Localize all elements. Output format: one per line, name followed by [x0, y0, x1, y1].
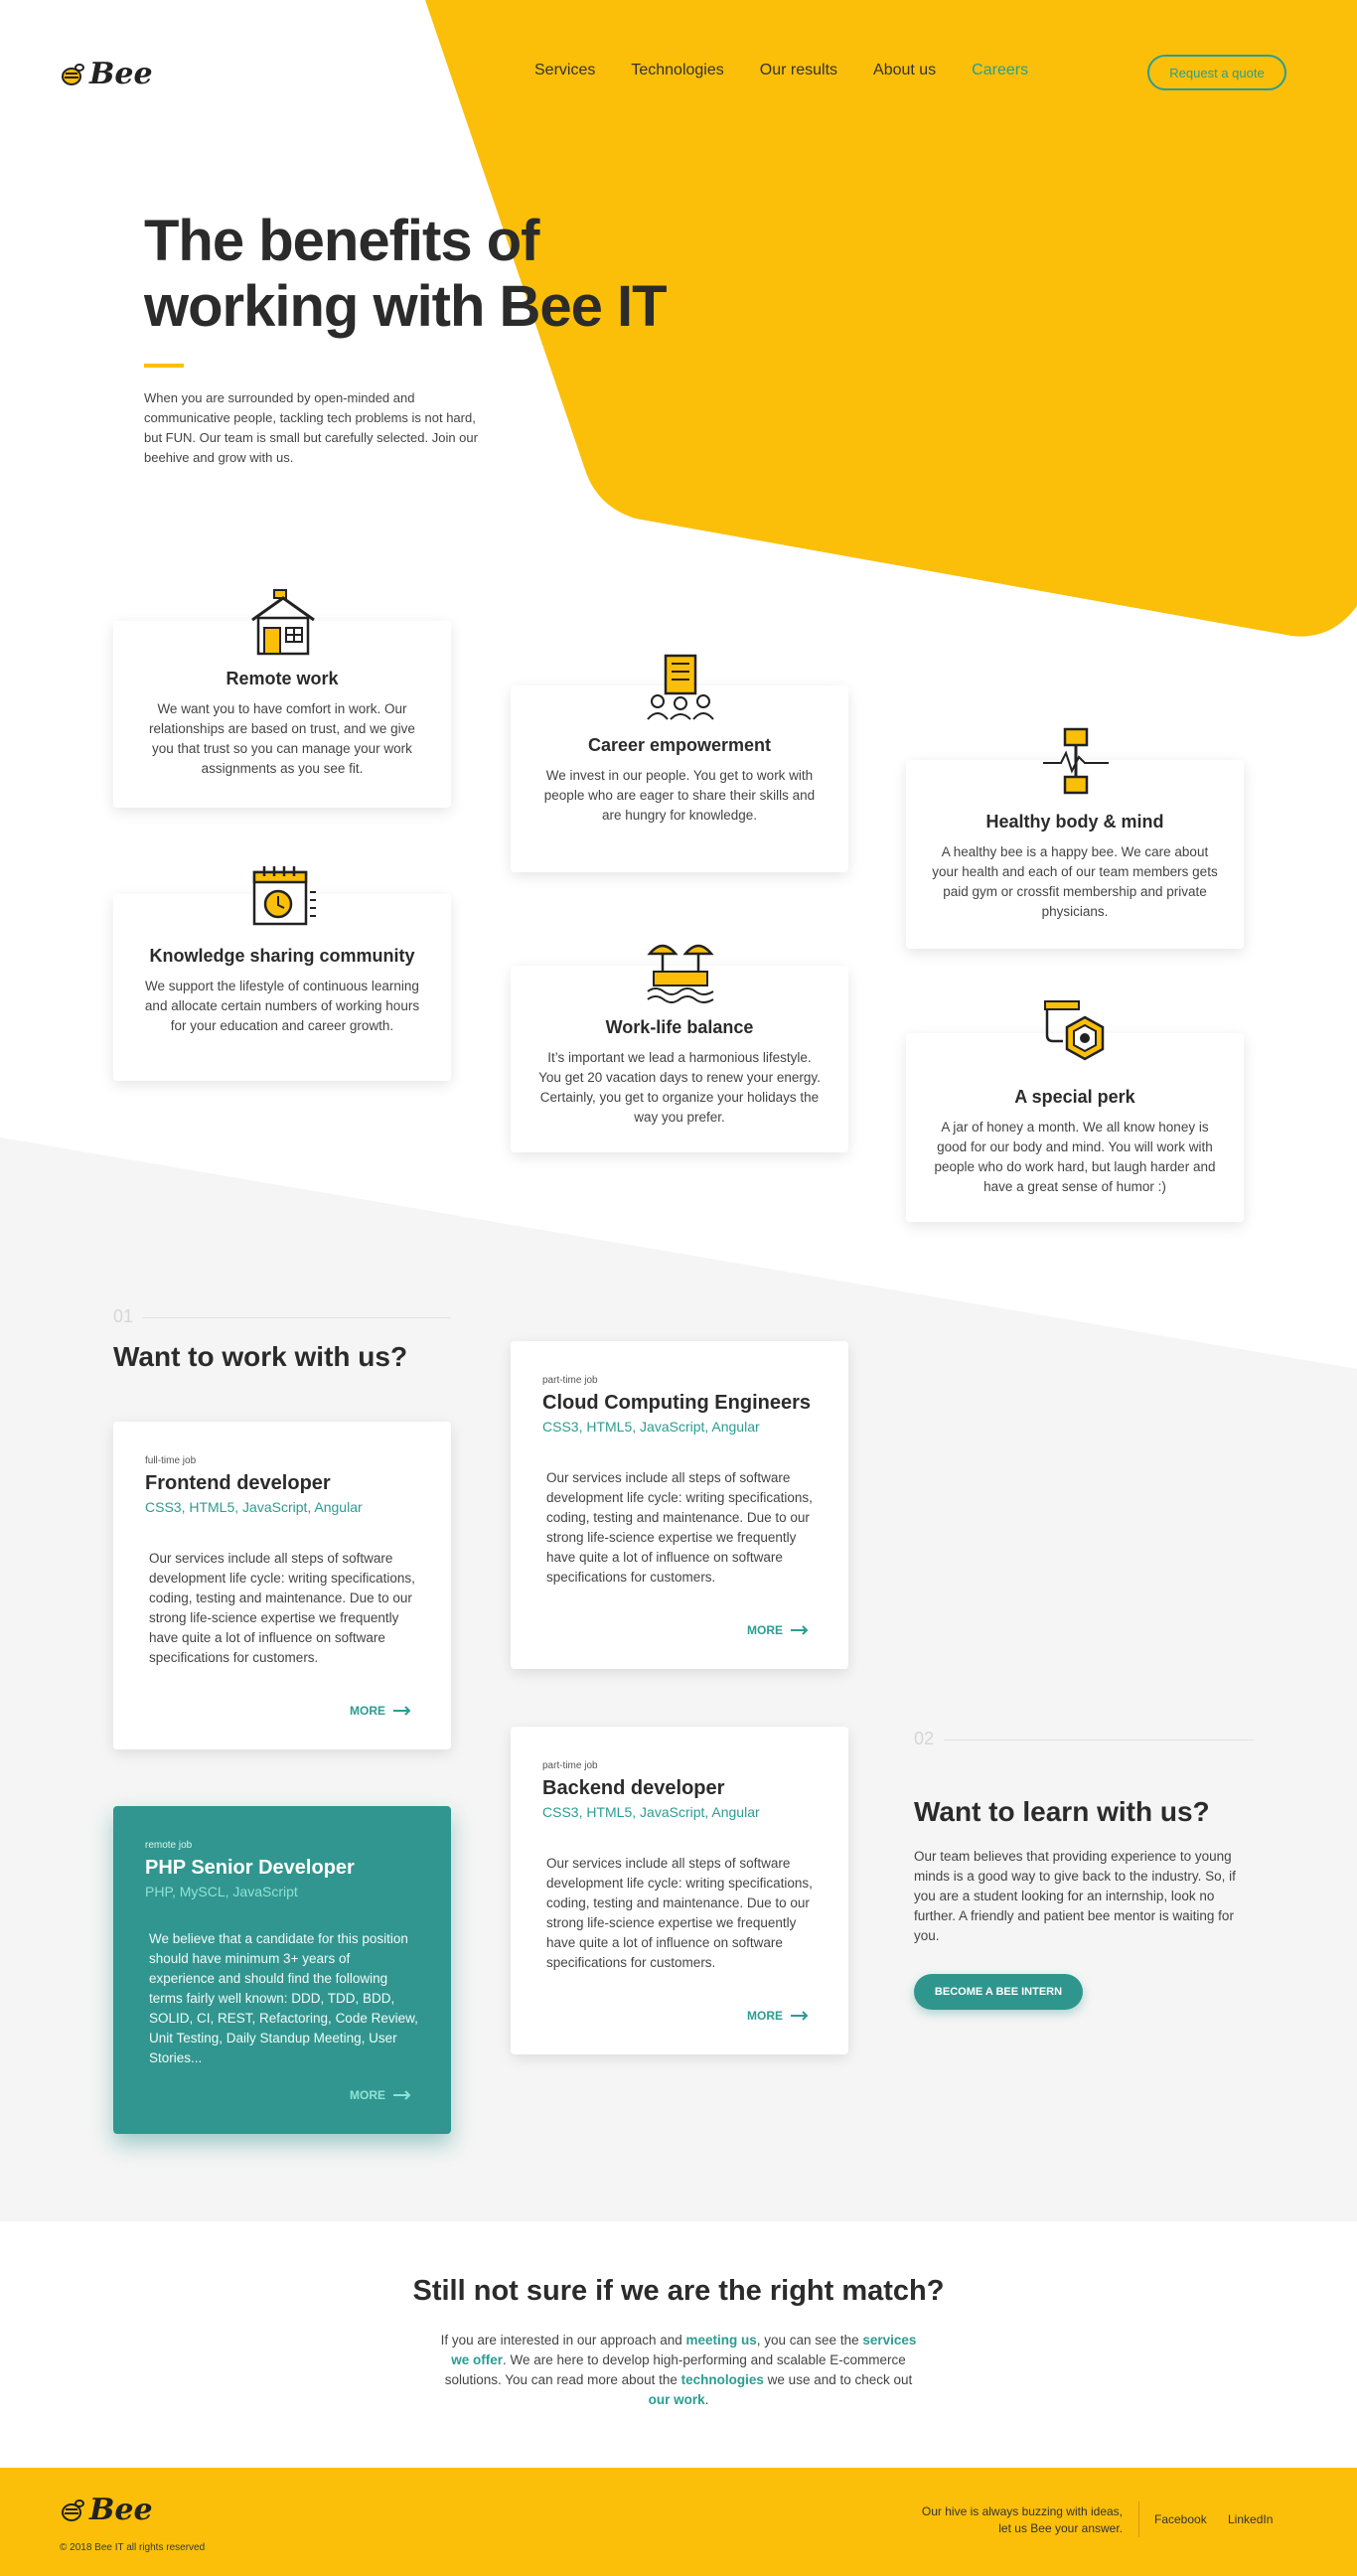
logo[interactable]: Bee	[60, 57, 153, 91]
hero-title-line1: The benefits of	[144, 209, 539, 273]
benefit-text: A jar of honey a month. We all know hone…	[934, 1120, 1216, 1194]
job-type: remote job	[145, 1840, 193, 1851]
job-more-link[interactable]: MORE	[350, 2088, 411, 2102]
our-work-link[interactable]: our work	[649, 2392, 705, 2407]
job-type: part-time job	[542, 1760, 598, 1771]
learn-section-text: Our team believes that providing experie…	[914, 1849, 1236, 1943]
benefit-text: It’s important we lead a harmonious life…	[538, 1050, 821, 1125]
bee-logo-icon	[62, 63, 84, 85]
more-label: MORE	[747, 2009, 783, 2023]
job-card-cloud-computing[interactable]: part-time job Cloud Computing Engineers …	[511, 1341, 848, 1669]
meeting-us-link[interactable]: meeting us	[686, 2333, 757, 2348]
job-type: full-time job	[145, 1455, 197, 1466]
job-title: PHP Senior Developer	[145, 1857, 355, 1879]
section-divider	[944, 1740, 1254, 1741]
match-text-part: If you are interested in our approach an…	[440, 2333, 686, 2348]
benefit-title: Remote work	[226, 669, 339, 688]
learn-section-title: Want to learn with us?	[914, 1796, 1210, 1827]
footer-tagline-line1: Our hive is always buzzing with ideas,	[921, 2504, 1123, 2518]
hero-accent-bar	[144, 364, 184, 368]
job-description: Our services include all steps of softwa…	[149, 1551, 415, 1665]
linkedin-link[interactable]: LinkedIn	[1228, 2512, 1273, 2526]
match-text-part: , you can see the	[756, 2333, 863, 2348]
match-title: Still not sure if we are the right match…	[412, 2275, 945, 2307]
job-more-link[interactable]: MORE	[350, 1704, 411, 1718]
job-card-frontend[interactable]: full-time job Frontend developer CSS3, H…	[113, 1422, 451, 1749]
nav-about-us[interactable]: About us	[873, 62, 936, 79]
technologies-link[interactable]: technologies	[681, 2372, 764, 2387]
footer-tagline-line2: let us Bee your answer.	[998, 2521, 1123, 2535]
site-footer: Bee © 2018 Bee IT all rights reserved Ou…	[0, 2468, 1357, 2576]
page: Bee Services Technologies Our results Ab…	[0, 0, 1357, 2576]
job-type: part-time job	[542, 1375, 598, 1386]
job-card-backend[interactable]: part-time job Backend developer CSS3, HT…	[511, 1727, 848, 2054]
match-text-part: .	[704, 2392, 709, 2407]
benefit-text: A healthy bee is a happy bee. We care ab…	[932, 844, 1218, 919]
job-title: Cloud Computing Engineers	[542, 1392, 811, 1414]
benefit-title: Healthy body & mind	[985, 812, 1164, 832]
benefit-title: Career empowerment	[587, 735, 772, 755]
job-more-link[interactable]: MORE	[747, 1623, 809, 1637]
footer-logo[interactable]: Bee	[60, 2493, 153, 2527]
request-quote-button[interactable]: Request a quote	[1147, 55, 1286, 90]
footer-logo-text: Bee	[89, 2493, 153, 2527]
become-intern-button[interactable]: BECOME A BEE INTERN	[914, 1974, 1083, 2010]
more-label: MORE	[350, 2088, 385, 2102]
house-icon	[251, 589, 315, 656]
job-tags: CSS3, HTML5, JavaScript, Angular	[145, 1499, 363, 1515]
benefit-text: We invest in our people. You get to work…	[543, 768, 816, 823]
nav-our-results[interactable]: Our results	[760, 62, 837, 79]
job-tags: PHP, MySCL, JavaScript	[145, 1884, 298, 1899]
beach-umbrella-icon	[647, 944, 714, 1003]
site-header: Bee Services Technologies Our results Ab…	[0, 0, 1357, 144]
hero-title-line2: working with Bee IT	[144, 274, 668, 339]
background-shapes	[0, 0, 1357, 2221]
job-more-link[interactable]: MORE	[747, 2009, 809, 2023]
footer-tagline: Our hive is always buzzing with ideas, l…	[894, 2503, 1123, 2537]
benefit-title: Work-life balance	[605, 1017, 754, 1037]
more-label: MORE	[350, 1704, 385, 1718]
benefit-text: We want you to have comfort in work. Our…	[149, 701, 415, 776]
benefit-title: Knowledge sharing community	[149, 946, 415, 966]
arrow-right-icon	[393, 1706, 411, 1716]
section-number-01: 01	[113, 1306, 134, 1326]
nav-careers[interactable]: Careers	[972, 62, 1028, 79]
hero-title: The benefits of working with Bee IT	[144, 209, 740, 340]
footer-divider	[1138, 2501, 1139, 2537]
logo-text: Bee	[89, 57, 153, 91]
nav-services[interactable]: Services	[534, 62, 595, 79]
dumbbell-heartbeat-icon	[1043, 727, 1109, 795]
section-number-02: 02	[914, 1729, 935, 1748]
job-description: We believe that a candidate for this pos…	[149, 1931, 418, 2065]
benefit-text: We support the lifestyle of continuous l…	[144, 979, 420, 1033]
copyright: © 2018 Bee IT all rights reserved	[60, 2542, 206, 2553]
hero-text: When you are surrounded by open-minded a…	[144, 390, 478, 465]
jobs-section-title: Want to work with us?	[113, 1341, 408, 1372]
job-card-php-senior[interactable]: remote job PHP Senior Developer PHP, MyS…	[113, 1806, 451, 2134]
team-building-icon	[647, 654, 714, 720]
benefit-title: A special perk	[1014, 1087, 1135, 1107]
nav-technologies[interactable]: Technologies	[631, 62, 723, 79]
honey-jar-icon	[1044, 1000, 1105, 1061]
match-text-part: we use and to check out	[763, 2372, 913, 2387]
job-title: Frontend developer	[145, 1472, 331, 1494]
arrow-right-icon	[791, 2011, 809, 2021]
bee-logo-icon	[62, 2499, 84, 2521]
arrow-right-icon	[791, 1625, 809, 1635]
job-description: Our services include all steps of softwa…	[546, 1856, 813, 1970]
job-tags: CSS3, HTML5, JavaScript, Angular	[542, 1419, 760, 1435]
main-nav: Services Technologies Our results About …	[534, 62, 1064, 79]
job-title: Backend developer	[542, 1777, 725, 1799]
section-divider	[143, 1317, 451, 1318]
job-tags: CSS3, HTML5, JavaScript, Angular	[542, 1804, 760, 1820]
more-label: MORE	[747, 1623, 783, 1637]
arrow-right-icon	[393, 2090, 411, 2100]
match-text: If you are interested in our approach an…	[435, 2331, 922, 2410]
facebook-link[interactable]: Facebook	[1154, 2512, 1207, 2526]
calendar-clock-icon	[252, 866, 316, 926]
job-description: Our services include all steps of softwa…	[546, 1470, 813, 1585]
